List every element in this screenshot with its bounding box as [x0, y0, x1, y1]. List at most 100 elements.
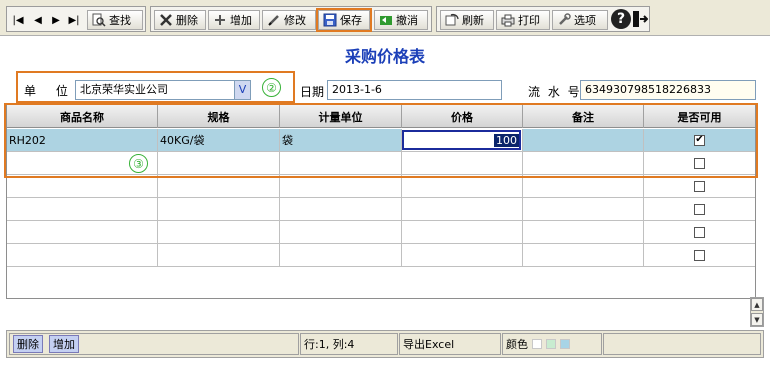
printer-icon	[501, 14, 515, 27]
cell-note[interactable]	[523, 244, 644, 267]
find-button[interactable]: 查找	[87, 10, 143, 30]
export-excel-button[interactable]: 导出Excel	[399, 333, 501, 355]
cell-unit[interactable]	[280, 221, 402, 244]
table-row[interactable]	[7, 198, 755, 221]
next-icon: ▶	[52, 14, 60, 26]
refresh-label: 刷新	[462, 14, 484, 27]
add-button[interactable]: 增加	[208, 10, 260, 30]
serial-number-field[interactable]: 634930798518226833	[580, 80, 756, 100]
refresh-icon	[445, 13, 459, 26]
cell-spec[interactable]	[158, 244, 280, 267]
enabled-checkbox[interactable]	[694, 249, 705, 261]
door-exit-icon	[633, 11, 649, 27]
tools-group: 刷新 打印 选项 ?	[436, 6, 650, 32]
edit-label: 修改	[284, 14, 306, 27]
cell-unit[interactable]	[280, 244, 402, 267]
find-icon	[92, 13, 106, 27]
scroll-up-icon[interactable]: ▲	[751, 298, 763, 311]
cell-note[interactable]	[523, 175, 644, 198]
print-label: 打印	[518, 14, 540, 27]
save-label: 保存	[340, 14, 362, 27]
cell-unit[interactable]	[280, 175, 402, 198]
serial-label: 流 水 号	[528, 85, 582, 99]
color-swatch-green	[546, 339, 556, 349]
save-button[interactable]: 保存	[316, 8, 372, 32]
delete-label: 删除	[176, 14, 198, 27]
cancel-label: 撤消	[396, 14, 418, 27]
edit-button[interactable]: 修改	[262, 10, 316, 30]
cancel-button[interactable]: 撤消	[374, 10, 428, 30]
annotation-3: ③	[129, 154, 148, 173]
first-icon: |◀	[12, 14, 24, 26]
cell-price[interactable]	[402, 175, 523, 198]
grid-add-button[interactable]: 增加	[49, 335, 79, 353]
cell-spec[interactable]	[158, 175, 280, 198]
enabled-checkbox[interactable]	[694, 180, 705, 192]
next-record-button[interactable]: ▶	[49, 11, 63, 29]
print-button[interactable]: 打印	[496, 10, 550, 30]
scroll-down-icon[interactable]: ▼	[751, 313, 763, 326]
wrench-icon	[559, 13, 571, 25]
cell-price[interactable]	[402, 198, 523, 221]
annotation-2: ②	[262, 78, 281, 97]
prev-icon: ◀	[34, 14, 42, 26]
cell-unit[interactable]	[280, 198, 402, 221]
cell-spec[interactable]	[158, 198, 280, 221]
grid-highlight-box	[4, 103, 758, 178]
plus-icon	[215, 15, 225, 25]
enabled-checkbox[interactable]	[694, 226, 705, 238]
find-label: 查找	[109, 14, 131, 27]
edit-group: 删除 增加 修改 保存 撤消	[150, 6, 432, 32]
first-record-button[interactable]: |◀	[11, 11, 25, 29]
chevron-down-icon[interactable]: V	[234, 81, 250, 99]
options-label: 选项	[574, 14, 596, 27]
table-row[interactable]	[7, 221, 755, 244]
cell-enabled[interactable]	[644, 221, 755, 244]
color-legend: 颜色	[502, 333, 602, 355]
add-label: 增加	[230, 14, 252, 27]
cell-product-name[interactable]	[7, 221, 158, 244]
cursor-position: 行:1, 列:4	[300, 333, 398, 355]
last-record-button[interactable]: ▶|	[67, 11, 81, 29]
combo-glyph: V	[238, 83, 247, 96]
cell-product-name[interactable]	[7, 198, 158, 221]
table-row[interactable]	[7, 175, 755, 198]
color-swatch-blue	[560, 339, 570, 349]
delete-button[interactable]: 删除	[154, 10, 206, 30]
status-bar: 删除 增加 行:1, 列:4 导出Excel 颜色	[6, 330, 764, 358]
unit-combobox[interactable]: 北京荣华实业公司 V	[75, 80, 251, 100]
refresh-button[interactable]: 刷新	[440, 10, 494, 30]
cell-note[interactable]	[523, 221, 644, 244]
vertical-scrollbar[interactable]: ▲ ▼	[750, 297, 764, 327]
delete-x-icon	[160, 14, 172, 26]
color-label: 颜色	[506, 338, 528, 351]
floppy-disk-icon	[323, 13, 337, 27]
prev-record-button[interactable]: ◀	[31, 11, 45, 29]
cell-price[interactable]	[402, 244, 523, 267]
grid-delete-button[interactable]: 删除	[13, 335, 43, 353]
help-icon[interactable]: ?	[611, 9, 631, 29]
cell-enabled[interactable]	[644, 244, 755, 267]
help-glyph: ?	[616, 11, 626, 27]
pencil-icon	[268, 15, 279, 26]
exit-icon[interactable]	[632, 10, 649, 28]
cell-enabled[interactable]	[644, 198, 755, 221]
enabled-checkbox[interactable]	[694, 203, 705, 215]
options-button[interactable]: 选项	[552, 10, 608, 30]
color-swatch-white	[532, 339, 542, 349]
unit-value: 北京荣华实业公司	[80, 83, 168, 96]
cell-spec[interactable]	[158, 221, 280, 244]
cell-note[interactable]	[523, 198, 644, 221]
cell-enabled[interactable]	[644, 175, 755, 198]
cell-product-name[interactable]	[7, 175, 158, 198]
cell-price[interactable]	[402, 221, 523, 244]
toolbar: |◀ ◀ ▶ ▶| 查找 删除 增加 修改 保存 撤消 刷新 打印 选项 ?	[0, 0, 770, 36]
nav-group: |◀ ◀ ▶ ▶| 查找	[6, 6, 146, 32]
date-field[interactable]: 2013-1-6	[327, 80, 502, 100]
undo-arrow-icon	[380, 16, 392, 25]
date-label: 日期	[300, 85, 325, 99]
unit-label: 单 位	[24, 84, 76, 98]
cell-product-name[interactable]	[7, 244, 158, 267]
table-row[interactable]	[7, 244, 755, 267]
last-icon: ▶|	[68, 14, 80, 26]
